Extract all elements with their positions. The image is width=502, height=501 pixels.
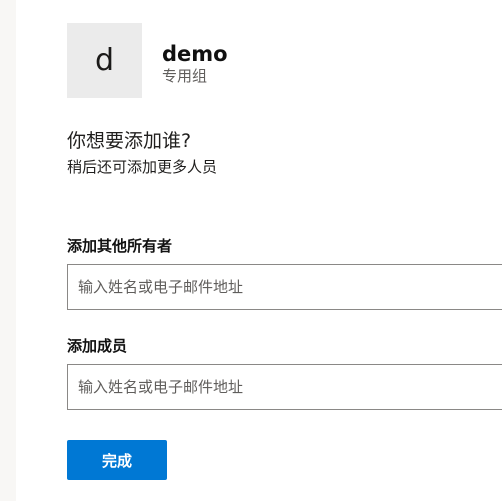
prompt-title: 你想要添加谁? (67, 130, 192, 152)
group-info: demo 专用组 (162, 23, 228, 85)
prompt-subtitle: 稍后还可添加更多人员 (67, 158, 218, 176)
add-members-input[interactable] (67, 364, 502, 410)
add-members-label: 添加成员 (67, 337, 128, 355)
add-owners-label: 添加其他所有者 (67, 237, 173, 255)
add-owners-input[interactable] (67, 264, 502, 310)
add-members-section: 添加成员 (67, 336, 502, 410)
done-button[interactable]: 完成 (67, 440, 167, 480)
group-type: 专用组 (162, 67, 208, 86)
left-rail (0, 0, 16, 501)
group-avatar: d (67, 23, 142, 98)
group-avatar-letter: d (94, 43, 115, 78)
group-header: d demo 专用组 (67, 23, 228, 98)
add-people-prompt: 你想要添加谁? 稍后还可添加更多人员 (67, 129, 502, 177)
group-name: demo (162, 42, 228, 66)
add-owners-section: 添加其他所有者 (67, 236, 502, 310)
